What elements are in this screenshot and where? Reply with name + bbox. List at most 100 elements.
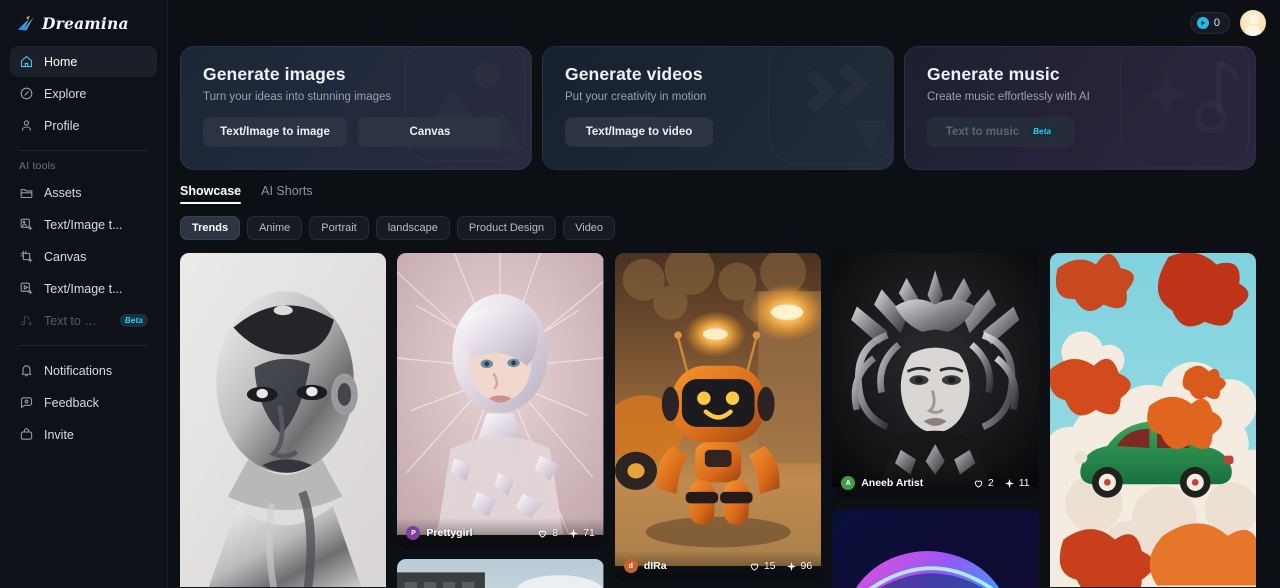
hero-card-generate-images: Generate images Turn your ideas into stu… xyxy=(180,46,532,170)
sidebar-item-label: Home xyxy=(44,54,78,69)
avatar[interactable] xyxy=(1240,10,1266,36)
sidebar-item-label: Feedback xyxy=(44,395,99,410)
likes-stat[interactable]: 15 xyxy=(749,560,776,572)
sidebar-item-notifications[interactable]: Notifications xyxy=(10,355,157,386)
button-label: Canvas xyxy=(409,126,451,138)
sidebar-item-label: Text/Image t... xyxy=(44,217,123,232)
canvas-button[interactable]: Canvas xyxy=(358,117,502,147)
sidebar-item-canvas[interactable]: Canvas xyxy=(10,241,157,272)
filter-chips: Trends Anime Portrait landscape Product … xyxy=(168,216,1268,240)
likes-count: 15 xyxy=(763,560,776,572)
image-plus-icon xyxy=(20,218,33,231)
gallery-card[interactable] xyxy=(397,559,604,588)
sidebar-item-text-image-to-image[interactable]: Text/Image t... xyxy=(10,209,157,240)
brand[interactable]: Dreamina xyxy=(10,0,157,46)
sidebar-item-text-image-to-video[interactable]: Text/Image t... xyxy=(10,273,157,304)
beta-badge: Beta xyxy=(119,314,148,327)
sparks-count: 11 xyxy=(1018,477,1030,489)
gallery-card[interactable] xyxy=(832,509,1039,588)
hero-title: Generate images xyxy=(203,64,346,84)
invite-icon xyxy=(20,428,33,440)
chip-trends[interactable]: Trends xyxy=(180,216,241,240)
orange-robot-street-art xyxy=(614,253,822,567)
card-stats: 8 71 xyxy=(537,527,595,539)
chip-label: Anime xyxy=(259,222,291,234)
chip-label: Video xyxy=(575,222,604,234)
text-image-to-image-button[interactable]: Text/Image to image xyxy=(203,117,347,147)
sidebar-item-label: Text/Image t... xyxy=(44,281,123,296)
likes-stat[interactable]: 2 xyxy=(973,477,994,489)
sidebar-tools-nav: Assets Text/Image t... Canvas Text/Image… xyxy=(10,177,157,336)
gallery-column xyxy=(1049,253,1257,588)
gallery-card[interactable]: d dIRa 15 96 xyxy=(614,253,822,581)
tab-label: AI Shorts xyxy=(261,184,313,198)
bell-icon xyxy=(21,365,32,377)
card-author[interactable]: A Aneeb Artist xyxy=(841,476,923,490)
sidebar-item-profile[interactable]: Profile xyxy=(10,110,157,141)
hero-buttons: Text to music Beta xyxy=(927,117,1235,147)
sidebar-item-label: Profile xyxy=(44,118,80,133)
chip-portrait[interactable]: Portrait xyxy=(309,216,369,240)
card-author[interactable]: d dIRa xyxy=(623,559,667,573)
credits-badge[interactable]: 0 xyxy=(1189,12,1230,34)
sparks-count: 96 xyxy=(800,560,813,572)
folder-icon xyxy=(20,189,33,199)
chrome-mannequin-head-art xyxy=(180,253,387,588)
canvas-icon xyxy=(20,250,33,263)
button-label: Text/Image to video xyxy=(585,126,693,138)
card-meta: A Aneeb Artist 2 11 xyxy=(832,468,1039,498)
card-stats: 15 96 xyxy=(749,560,812,572)
author-avatar: d xyxy=(623,559,638,573)
tab-ai-shorts[interactable]: AI Shorts xyxy=(261,184,312,204)
sidebar-item-text-to-music[interactable]: Text to music Beta xyxy=(10,305,157,336)
tab-showcase[interactable]: Showcase xyxy=(180,184,242,204)
card-author[interactable]: P Prettygirl xyxy=(406,526,473,540)
card-meta: d dIRa 15 96 xyxy=(614,551,822,581)
heart-icon xyxy=(974,480,983,488)
chip-product-design[interactable]: Product Design xyxy=(456,216,557,240)
hero-title: Generate music xyxy=(927,64,1060,84)
hero-cards: Generate images Turn your ideas into stu… xyxy=(168,46,1268,170)
sidebar-item-feedback[interactable]: Feedback xyxy=(10,387,157,418)
showcase-gallery: P Prettygirl 8 71 d dIRa 15 96 A Aneeb A… xyxy=(168,253,1268,588)
sparks-stat[interactable]: 71 xyxy=(568,527,595,539)
chip-anime[interactable]: Anime xyxy=(247,216,303,240)
sidebar-item-assets[interactable]: Assets xyxy=(10,177,157,208)
sparks-stat[interactable]: 96 xyxy=(786,560,813,572)
author-name: Aneeb Artist xyxy=(861,477,924,489)
hero-buttons: Text/Image to image Canvas xyxy=(203,117,511,147)
gallery-column: P Prettygirl 8 71 xyxy=(397,253,604,588)
compass-icon xyxy=(20,87,33,100)
chip-landscape[interactable]: landscape xyxy=(375,216,450,240)
dreamina-logo-icon xyxy=(17,15,34,30)
gallery-column xyxy=(180,253,387,588)
gallery-card[interactable]: P Prettygirl 8 71 xyxy=(397,253,604,548)
credit-coin-icon xyxy=(1196,17,1209,29)
text-to-music-button[interactable]: Text to music Beta xyxy=(927,117,1075,147)
video-plus-icon xyxy=(20,282,33,295)
gallery-card[interactable] xyxy=(180,253,387,588)
sparks-stat[interactable]: 11 xyxy=(1004,477,1030,489)
card-stats: 2 11 xyxy=(973,477,1030,489)
button-label: Text/Image to image xyxy=(220,126,330,138)
sidebar-item-label: Assets xyxy=(44,185,82,200)
hero-card-generate-videos: Generate videos Put your creativity in m… xyxy=(542,46,894,170)
sidebar-item-explore[interactable]: Explore xyxy=(10,78,157,109)
button-label: Text to music xyxy=(945,126,1020,138)
gallery-card[interactable]: A Aneeb Artist 2 11 xyxy=(832,253,1039,498)
chip-video[interactable]: Video xyxy=(563,216,616,240)
sidebar-item-invite[interactable]: Invite xyxy=(10,419,157,450)
crystal-glass-portrait-art xyxy=(397,253,604,535)
hero-card-generate-music: Generate music Create music effortlessly… xyxy=(904,46,1256,170)
app-root: Dreamina Home Explore Profile AI tools A… xyxy=(0,0,1280,588)
spark-icon xyxy=(569,528,579,538)
sidebar-item-home[interactable]: Home xyxy=(10,46,157,77)
likes-stat[interactable]: 8 xyxy=(537,527,558,539)
hero-title: Generate videos xyxy=(565,64,703,84)
sidebar-primary-nav: Home Explore Profile xyxy=(10,46,157,141)
sidebar-divider-top xyxy=(19,150,148,151)
text-image-to-video-button[interactable]: Text/Image to video xyxy=(565,117,713,147)
content-tabs: Showcase AI Shorts xyxy=(168,184,1268,204)
person-icon xyxy=(21,120,32,131)
gallery-card[interactable] xyxy=(1049,253,1257,588)
